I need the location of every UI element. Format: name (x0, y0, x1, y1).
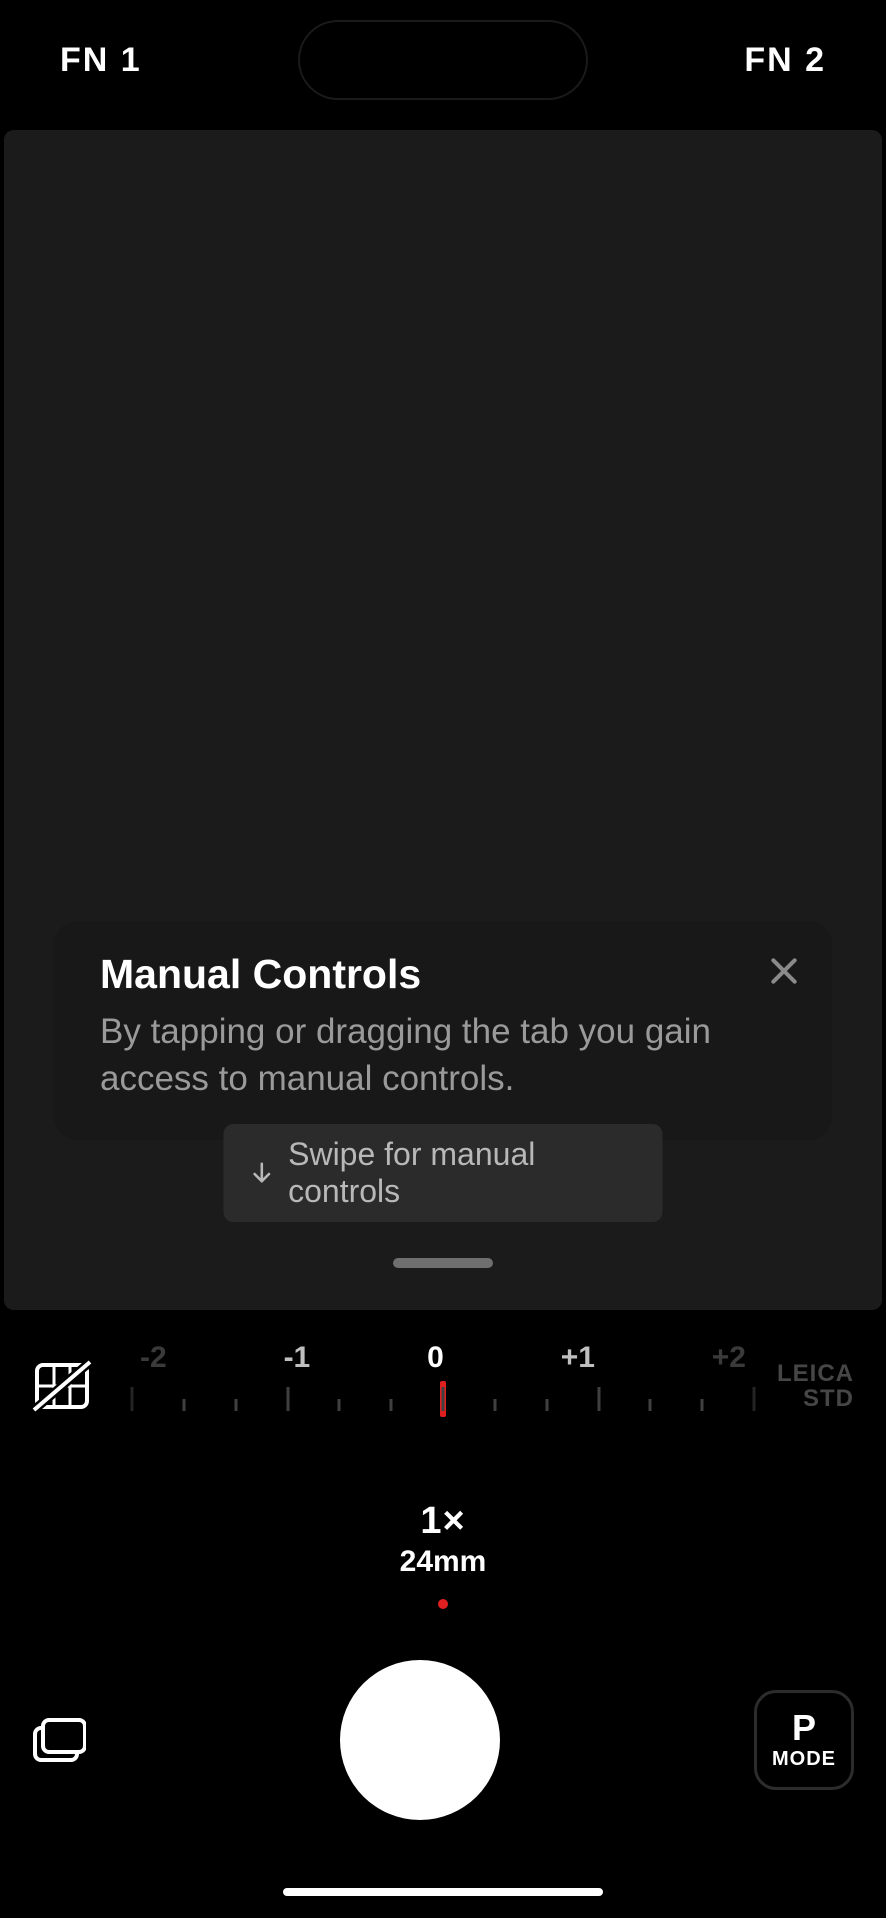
ev-label-zero: 0 (427, 1341, 444, 1375)
ev-label-plus1: +1 (561, 1341, 595, 1375)
gallery-icon (32, 1717, 86, 1763)
mode-button[interactable]: P MODE (754, 1690, 854, 1790)
zoom-dot-indicator (438, 1599, 448, 1609)
ev-ticks (132, 1381, 754, 1423)
grid-toggle-button[interactable] (32, 1360, 92, 1412)
tooltip-body: By tapping or dragging the tab you gain … (100, 1008, 720, 1103)
leica-brand-label: LEICA (774, 1361, 854, 1386)
zoom-focal-length: 24mm (0, 1545, 886, 1579)
ev-label-minus2: -2 (140, 1341, 167, 1375)
manual-controls-tooltip: Manual Controls By tapping or dragging t… (54, 921, 832, 1141)
exposure-compensation-slider[interactable]: -2 -1 0 +1 +2 (132, 1341, 754, 1431)
tooltip-title: Manual Controls (100, 951, 796, 998)
leica-look-name: STD (774, 1386, 854, 1411)
ev-label-minus1: -1 (284, 1341, 311, 1375)
arrow-down-icon (250, 1160, 275, 1186)
zoom-multiplier: 1× (0, 1500, 886, 1543)
dynamic-island (298, 20, 588, 100)
bottom-bar: P MODE (0, 1640, 886, 1840)
shutter-button[interactable] (340, 1660, 500, 1820)
zoom-indicator[interactable]: 1× 24mm (0, 1500, 886, 1609)
tooltip-close-button[interactable] (762, 949, 806, 993)
leica-look-button[interactable]: LEICA STD (774, 1361, 854, 1411)
mode-label: MODE (772, 1748, 836, 1771)
grid-off-icon (32, 1360, 92, 1412)
close-icon (768, 955, 800, 987)
home-indicator[interactable] (283, 1888, 603, 1896)
ev-label-plus2: +2 (712, 1341, 746, 1375)
gallery-button[interactable] (32, 1717, 86, 1763)
swipe-hint[interactable]: Swipe for manual controls (224, 1124, 663, 1222)
ev-labels: -2 -1 0 +1 +2 (132, 1341, 754, 1375)
mode-letter: P (792, 1710, 816, 1746)
exposure-row: -2 -1 0 +1 +2 LEICA STD (0, 1336, 886, 1436)
fn2-button[interactable]: FN 2 (744, 41, 826, 80)
fn1-button[interactable]: FN 1 (60, 41, 142, 80)
swipe-hint-label: Swipe for manual controls (288, 1136, 636, 1210)
camera-viewfinder[interactable]: Manual Controls By tapping or dragging t… (4, 130, 882, 1310)
manual-controls-handle[interactable] (393, 1258, 493, 1268)
